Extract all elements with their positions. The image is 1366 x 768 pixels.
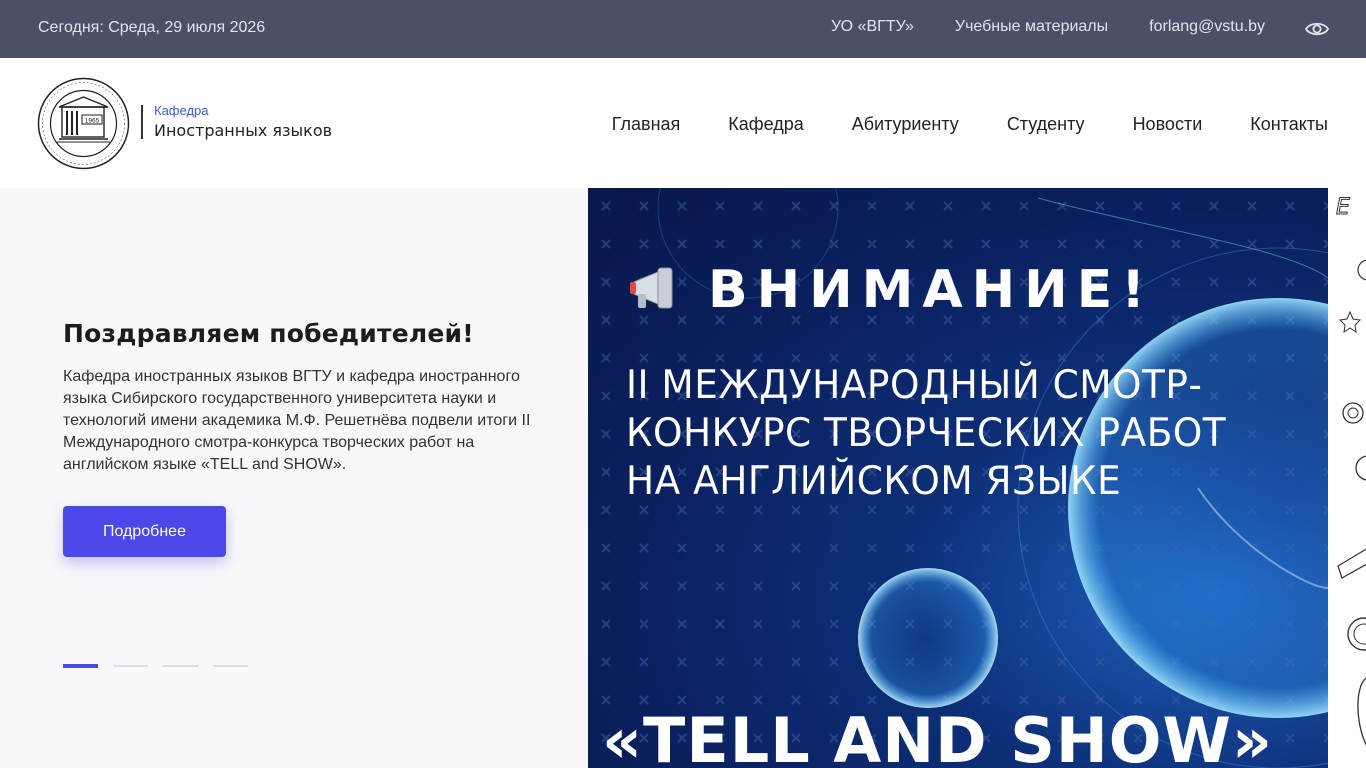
brand-subtitle: Кафедра [154,103,209,118]
nav-news[interactable]: Новости [1133,114,1203,135]
link-email[interactable]: forlang@vstu.by [1149,18,1265,36]
brand-title: Иностранных языков [154,121,333,140]
svg-text:E: E [1336,195,1350,220]
nav-department[interactable]: Кафедра [728,114,803,135]
brand[interactable]: Кафедра Иностранных языков [141,103,333,140]
banner-tell-and-show: «TELL AND SHOW» [602,704,1273,768]
nav-home[interactable]: Главная [612,114,681,135]
slider-pagination [63,664,248,668]
slide-dot-3[interactable] [163,665,198,667]
link-study-materials[interactable]: Учебные материалы [955,18,1108,36]
nav-students[interactable]: Студенту [1007,114,1085,135]
nav-applicants[interactable]: Абитуриенту [852,114,959,135]
slide-dot-1[interactable] [63,664,98,668]
slide-dot-2[interactable] [113,665,148,667]
more-button[interactable]: Подробнее [63,506,226,557]
side-decoration: E [1328,188,1366,768]
hero-description: Кафедра иностранных языков ВГТУ и кафедр… [63,368,531,473]
hero-slide-text: Поздравляем победителей! Кафедра иностра… [0,188,588,768]
banner-attention: ВНИМАНИЕ! [708,260,1154,320]
logo-year: 1965 [85,118,100,125]
nav-contacts[interactable]: Контакты [1250,114,1328,135]
top-links: УО «ВГТУ» Учебные материалы forlang@vstu… [831,18,1265,36]
hero-banner-image[interactable]: ВНИМАНИЕ! II МЕЖДУНАРОДНЫЙ СМОТР-КОНКУРС… [588,188,1328,768]
main-nav: Главная Кафедра Абитуриенту Студенту Нов… [612,114,1328,135]
university-logo[interactable]: 1965 [37,77,130,170]
top-bar: Сегодня: Среда, 29 июля 2026 УО «ВГТУ» У… [0,0,1366,58]
current-date: Сегодня: Среда, 29 июля 2026 [38,19,266,36]
site-header: 1965 Кафедра Иностранных языков Главная … [0,58,1366,188]
megaphone-icon [630,267,673,309]
slide-dot-4[interactable] [213,665,248,667]
link-university[interactable]: УО «ВГТУ» [831,18,914,36]
banner-headline: II МЕЖДУНАРОДНЫЙ СМОТР-КОНКУРС ТВОРЧЕСКИ… [626,363,1227,504]
hero-title: Поздравляем победителей! [63,319,474,348]
doodle-decoration-icon: E [1336,195,1366,746]
eye-icon[interactable] [1304,16,1330,42]
